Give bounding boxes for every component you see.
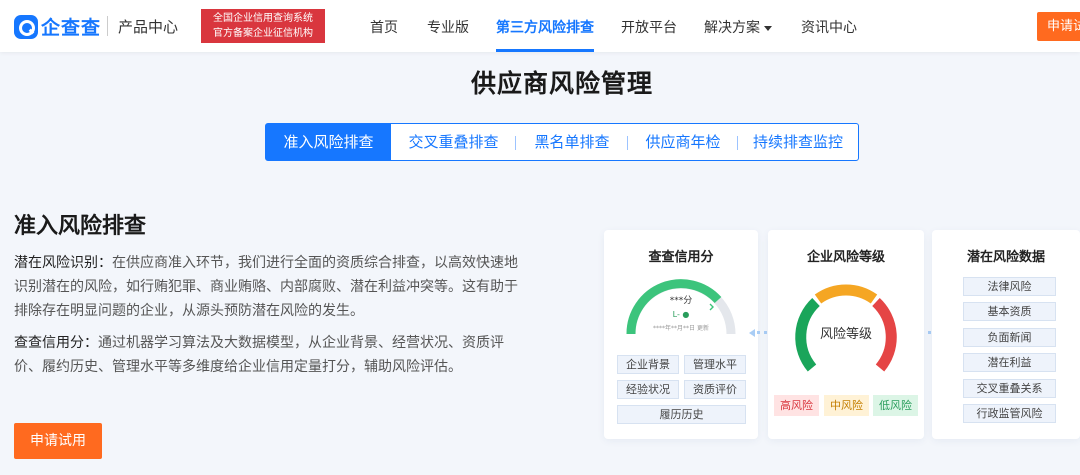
gauge-date: ****年**月**日 更新: [653, 324, 709, 332]
risk-item-legal: 法律风险: [963, 277, 1056, 296]
risk-identification-text: 潜在风险识别：在供应商准入环节，我们进行全面的资质综合排查，以高效快速地识别潜在…: [14, 251, 520, 323]
nav-home[interactable]: 首页: [370, 17, 398, 37]
chip-qualification: 资质评价: [684, 380, 746, 399]
nav-solutions[interactable]: 解决方案: [704, 17, 772, 37]
logo-search-icon: [14, 14, 38, 39]
risk-gauge-label: 风险等级: [820, 326, 872, 342]
chip-mid-risk: 中风险: [824, 395, 869, 416]
credit-gauge-icon: ***分 L- ● ****年**月**日 更新: [626, 279, 736, 335]
risk-item-negative-news: 负面新闻: [963, 328, 1056, 347]
logo-text: 企查查: [41, 17, 102, 39]
top-header: 企查查 产品中心 全国企业信用查询系统 官方备案企业征信机构 首页 专业版 第三…: [0, 0, 1080, 52]
credit-score-card: 查查信用分 ***分 L- ● ****年**月**日 更新 企业背景 管理水平…: [604, 230, 758, 439]
nav-news[interactable]: 资讯中心: [801, 17, 857, 37]
gauge-level: L- ●: [673, 310, 690, 319]
chip-management: 管理水平: [684, 355, 746, 374]
tab-cross-overlap-label: 交叉重叠排查: [408, 133, 499, 151]
logo[interactable]: 企查查: [14, 13, 101, 40]
tab-blacklist[interactable]: 黑名单排查: [516, 124, 628, 160]
chevron-down-icon: [764, 25, 772, 31]
official-badge: 全国企业信用查询系统 官方备案企业征信机构: [201, 9, 325, 43]
header-apply-button[interactable]: 申请试用: [1037, 12, 1080, 41]
header-divider: [107, 16, 108, 36]
tab-cross-overlap[interactable]: 交叉重叠排查: [391, 124, 516, 160]
section-title: 准入风险排查: [14, 214, 147, 239]
risk-item-cross-relation: 交叉重叠关系: [963, 379, 1056, 398]
credit-score-text: 查查信用分：通过机器学习算法及大数据模型，从企业背景、经营状况、资质评价、履约历…: [14, 331, 520, 379]
badge-line-2: 官方备案企业征信机构: [213, 28, 313, 39]
tab-annual-check[interactable]: 供应商年检: [628, 124, 738, 160]
tab-blacklist-label: 黑名单排查: [534, 133, 610, 151]
tab-annual-check-label: 供应商年检: [645, 133, 721, 151]
chip-low-risk: 低风险: [873, 395, 918, 416]
apply-trial-button[interactable]: 申请试用: [14, 423, 102, 459]
risk-item-regulatory: 行政监管风险: [963, 404, 1056, 423]
nav-solutions-label: 解决方案: [704, 20, 760, 36]
risk-level-card-title: 企业风险等级: [806, 250, 885, 265]
nav-open-platform[interactable]: 开放平台: [621, 17, 677, 37]
chip-high-risk: 高风险: [774, 395, 819, 416]
tab-continuous-monitor[interactable]: 持续排查监控: [738, 124, 858, 160]
nav-pro[interactable]: 专业版: [427, 17, 469, 37]
risk-item-interest: 潜在利益: [963, 353, 1056, 372]
chip-operation: 经验状况: [617, 380, 679, 399]
product-center-link[interactable]: 产品中心: [118, 16, 178, 37]
page-title: 供应商风险管理: [470, 69, 653, 98]
credit-score-card-title: 查查信用分: [648, 250, 714, 265]
tab-admission-risk[interactable]: 准入风险排查: [266, 124, 391, 160]
gauge-score: ***分: [670, 295, 693, 306]
badge-line-1: 全国企业信用查询系统: [213, 13, 313, 24]
feature-tabs: 准入风险排查 交叉重叠排查 黑名单排查 供应商年检 持续排查监控: [265, 123, 859, 161]
risk-level-card: 企业风险等级 风险等级 高风险 中风险 低风险: [768, 230, 924, 439]
nav-third-party-risk[interactable]: 第三方风险排查: [496, 17, 594, 37]
para2-label: 查查信用分：: [14, 335, 98, 351]
risk-item-qualification: 基本资质: [963, 302, 1056, 321]
risk-gauge-icon: 风险等级: [795, 284, 897, 372]
risk-data-card-title: 潜在风险数据: [966, 250, 1045, 265]
nav-active-underline: [496, 49, 594, 52]
chip-history: 履历历史: [617, 405, 746, 424]
chip-background: 企业背景: [617, 355, 679, 374]
para1-label: 潜在风险识别：: [14, 255, 112, 271]
